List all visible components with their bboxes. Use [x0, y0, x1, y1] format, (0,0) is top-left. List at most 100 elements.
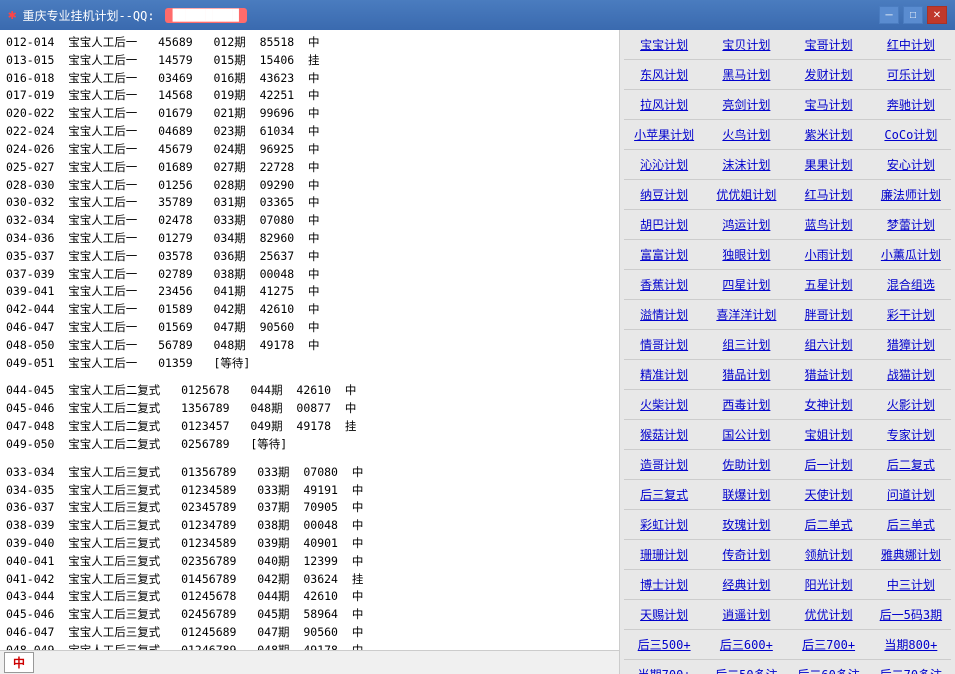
- plan-link-17-2[interactable]: 领航计划: [789, 544, 869, 565]
- plan-link-0-2[interactable]: 宝哥计划: [789, 34, 869, 55]
- plan-link-19-1[interactable]: 逍遥计划: [706, 604, 786, 625]
- plan-link-1-3[interactable]: 可乐计划: [871, 64, 951, 85]
- plan-link-20-2[interactable]: 后三700+: [789, 634, 869, 655]
- plan-link-3-2[interactable]: 紫米计划: [789, 124, 869, 145]
- plan-link-19-2[interactable]: 优优计划: [789, 604, 869, 625]
- plan-link-0-0[interactable]: 宝宝计划: [624, 34, 704, 55]
- plan-link-14-2[interactable]: 后一计划: [789, 454, 869, 475]
- plan-link-8-1[interactable]: 四星计划: [706, 274, 786, 295]
- plan-link-20-3[interactable]: 当期800+: [871, 634, 951, 655]
- plan-link-16-1[interactable]: 玫瑰计划: [706, 514, 786, 535]
- plan-link-7-0[interactable]: 富富计划: [624, 244, 704, 265]
- plan-link-4-2[interactable]: 果果计划: [789, 154, 869, 175]
- plan-link-0-1[interactable]: 宝贝计划: [706, 34, 786, 55]
- plan-link-21-3[interactable]: 后二70多注: [871, 664, 951, 674]
- plan-link-15-1[interactable]: 联爆计划: [706, 484, 786, 505]
- plan-link-6-0[interactable]: 胡巴计划: [624, 214, 704, 235]
- plan-link-15-2[interactable]: 天使计划: [789, 484, 869, 505]
- plan-link-15-3[interactable]: 问道计划: [871, 484, 951, 505]
- plan-link-17-1[interactable]: 传奇计划: [706, 544, 786, 565]
- plan-link-6-1[interactable]: 鸿运计划: [706, 214, 786, 235]
- plan-link-11-3[interactable]: 战猫计划: [871, 364, 951, 385]
- plan-link-7-3[interactable]: 小薰瓜计划: [871, 244, 951, 265]
- maximize-button[interactable]: □: [903, 6, 923, 24]
- plan-link-13-0[interactable]: 猴菇计划: [624, 424, 704, 445]
- right-divider: [624, 149, 951, 150]
- minimize-button[interactable]: ─: [879, 6, 899, 24]
- plan-link-14-1[interactable]: 佐助计划: [706, 454, 786, 475]
- plan-link-4-3[interactable]: 安心计划: [871, 154, 951, 175]
- plan-link-18-0[interactable]: 博士计划: [624, 574, 704, 595]
- plan-link-17-3[interactable]: 雅典娜计划: [871, 544, 951, 565]
- plan-link-2-1[interactable]: 亮剑计划: [706, 94, 786, 115]
- plan-link-9-0[interactable]: 溢情计划: [624, 304, 704, 325]
- plan-link-9-2[interactable]: 胖哥计划: [789, 304, 869, 325]
- plan-link-7-2[interactable]: 小雨计划: [789, 244, 869, 265]
- plan-link-2-0[interactable]: 拉风计划: [624, 94, 704, 115]
- list-row: 048-050 宝宝人工后一 56789 048期 49178 中: [2, 337, 617, 355]
- plan-link-14-3[interactable]: 后二复式: [871, 454, 951, 475]
- plan-link-15-0[interactable]: 后三复式: [624, 484, 704, 505]
- plan-link-1-0[interactable]: 东风计划: [624, 64, 704, 85]
- plan-link-5-2[interactable]: 红马计划: [789, 184, 869, 205]
- list-row: 017-019 宝宝人工后一 14568 019期 42251 中: [2, 87, 617, 105]
- plan-link-9-3[interactable]: 彩干计划: [871, 304, 951, 325]
- plan-link-8-3[interactable]: 混合组选: [871, 274, 951, 295]
- plan-link-10-1[interactable]: 组三计划: [706, 334, 786, 355]
- plan-link-8-0[interactable]: 香蕉计划: [624, 274, 704, 295]
- plan-link-3-0[interactable]: 小苹果计划: [624, 124, 704, 145]
- plan-link-9-1[interactable]: 喜洋洋计划: [706, 304, 786, 325]
- plan-link-13-2[interactable]: 宝姐计划: [789, 424, 869, 445]
- right-panel[interactable]: 宝宝计划宝贝计划宝哥计划红中计划东风计划黑马计划发财计划可乐计划拉风计划亮剑计划…: [620, 30, 955, 674]
- plan-link-0-3[interactable]: 红中计划: [871, 34, 951, 55]
- list-row: 043-044 宝宝人工后三复式 01245678 044期 42610 中: [2, 588, 617, 606]
- plan-link-17-0[interactable]: 珊珊计划: [624, 544, 704, 565]
- plan-link-3-3[interactable]: CoCo计划: [871, 124, 951, 145]
- plan-link-10-2[interactable]: 组六计划: [789, 334, 869, 355]
- plan-link-8-2[interactable]: 五星计划: [789, 274, 869, 295]
- plan-link-16-3[interactable]: 后三单式: [871, 514, 951, 535]
- plan-link-18-3[interactable]: 中三计划: [871, 574, 951, 595]
- plan-link-10-3[interactable]: 猎獐计划: [871, 334, 951, 355]
- main-area: 012-014 宝宝人工后一 45689 012期 85518 中013-015…: [0, 30, 955, 674]
- plan-link-1-2[interactable]: 发财计划: [789, 64, 869, 85]
- plan-link-13-1[interactable]: 国公计划: [706, 424, 786, 445]
- plan-link-5-3[interactable]: 廉法师计划: [871, 184, 951, 205]
- plan-link-14-0[interactable]: 造哥计划: [624, 454, 704, 475]
- plan-link-10-0[interactable]: 情哥计划: [624, 334, 704, 355]
- plan-link-16-2[interactable]: 后二单式: [789, 514, 869, 535]
- plan-link-1-1[interactable]: 黑马计划: [706, 64, 786, 85]
- plan-link-5-1[interactable]: 优优姐计划: [706, 184, 786, 205]
- plan-link-20-1[interactable]: 后三600+: [706, 634, 786, 655]
- plan-link-12-1[interactable]: 西毒计划: [706, 394, 786, 415]
- plan-link-11-0[interactable]: 精准计划: [624, 364, 704, 385]
- plan-link-16-0[interactable]: 彩虹计划: [624, 514, 704, 535]
- plan-link-2-2[interactable]: 宝马计划: [789, 94, 869, 115]
- plan-link-12-2[interactable]: 女神计划: [789, 394, 869, 415]
- plan-link-19-0[interactable]: 天赐计划: [624, 604, 704, 625]
- plan-link-21-2[interactable]: 后二60多注: [789, 664, 869, 674]
- plan-link-19-3[interactable]: 后一5码3期: [871, 604, 951, 625]
- plan-link-3-1[interactable]: 火鸟计划: [706, 124, 786, 145]
- plan-link-4-1[interactable]: 沫沫计划: [706, 154, 786, 175]
- plan-link-12-0[interactable]: 火柴计划: [624, 394, 704, 415]
- plan-link-20-0[interactable]: 后三500+: [624, 634, 704, 655]
- plan-link-18-2[interactable]: 阳光计划: [789, 574, 869, 595]
- plan-link-4-0[interactable]: 沁沁计划: [624, 154, 704, 175]
- plan-link-13-3[interactable]: 专家计划: [871, 424, 951, 445]
- plan-link-18-1[interactable]: 经典计划: [706, 574, 786, 595]
- plan-link-11-2[interactable]: 猎益计划: [789, 364, 869, 385]
- plan-link-12-3[interactable]: 火影计划: [871, 394, 951, 415]
- plan-link-6-2[interactable]: 蓝鸟计划: [789, 214, 869, 235]
- plan-link-21-0[interactable]: 当期700+: [624, 664, 704, 674]
- left-scroll-area[interactable]: 012-014 宝宝人工后一 45689 012期 85518 中013-015…: [0, 30, 619, 650]
- plan-link-7-1[interactable]: 独眼计划: [706, 244, 786, 265]
- plan-link-2-3[interactable]: 奔驰计划: [871, 94, 951, 115]
- right-divider: [624, 389, 951, 390]
- plan-link-21-1[interactable]: 后二50多注: [706, 664, 786, 674]
- plan-link-6-3[interactable]: 梦蕾计划: [871, 214, 951, 235]
- plan-link-5-0[interactable]: 纳豆计划: [624, 184, 704, 205]
- list-row: 032-034 宝宝人工后一 02478 033期 07080 中: [2, 212, 617, 230]
- plan-link-11-1[interactable]: 猎品计划: [706, 364, 786, 385]
- close-button[interactable]: ✕: [927, 6, 947, 24]
